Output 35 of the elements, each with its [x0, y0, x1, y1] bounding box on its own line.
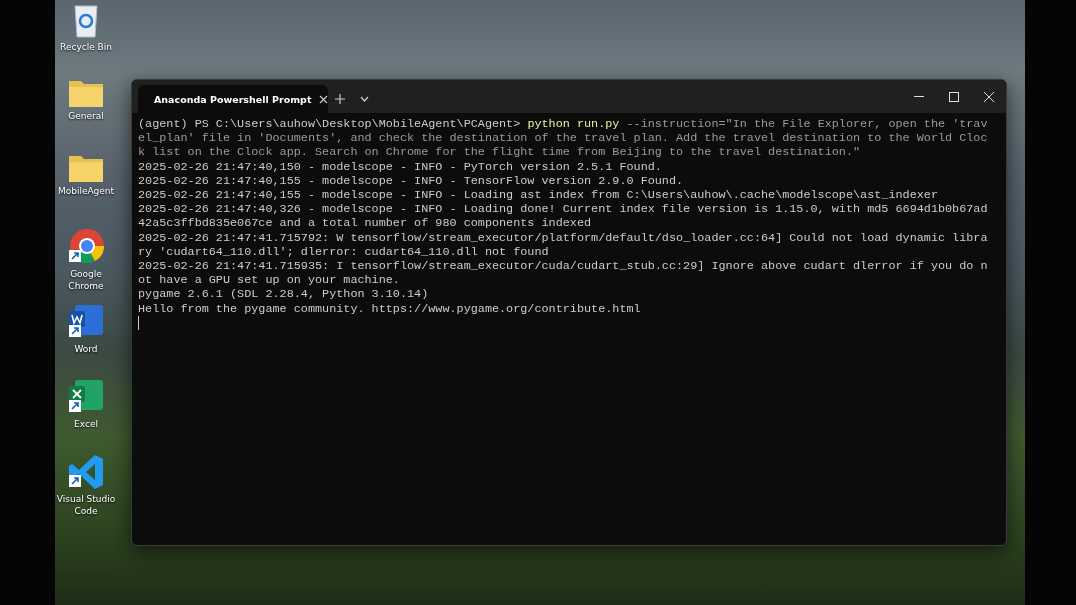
terminal-tab[interactable]: Anaconda Powershell Prompt [138, 85, 328, 113]
terminal-line: pygame 2.6.1 (SDL 2.28.4, Python 3.10.14) [138, 287, 430, 302]
chevron-down-icon [359, 96, 369, 102]
text-cursor [138, 315, 139, 330]
desktop-icon-label[interactable]: Excel [55, 418, 117, 430]
terminal-line: 2025-02-26 21:47:40,155 - modelscope - INFO - TensorFlow version 2.9.0 Found. [138, 173, 685, 188]
desktop-icon-label[interactable]: Word [55, 343, 117, 355]
plus-icon [335, 94, 345, 104]
minimize-icon [913, 95, 924, 98]
terminal-line: 2025-02-26 21:47:41.715792: W tensorflow/stream_executor/platform/default/dso_loader.cc:64] Could not load dynamic libra [138, 230, 989, 245]
desktop-icon-label[interactable]: General [55, 110, 117, 122]
terminal-line: ot have a GPU set up on your machine. [138, 273, 401, 288]
terminal-line: 2025-02-26 21:47:40,150 - modelscope - INFO - PyTorch version 2.5.1 Found. [138, 159, 663, 174]
folder-icon[interactable] [68, 78, 104, 108]
tab-title: Anaconda Powershell Prompt [154, 93, 312, 105]
folder-icon[interactable] [68, 153, 104, 183]
terminal-line: 2025-02-26 21:47:41.715935: I tensorflow/stream_executor/cuda/cudart_stub.cc:29] Ignore above cudart dlerror if you do n [138, 259, 989, 274]
terminal-line: 2025-02-26 21:47:40,326 - modelscope - INFO - Loading done! Current index file version is 1.15.0, with md5 6694d1b0b67ad [138, 202, 989, 217]
terminal-line: ry 'cudart64_110.dll'; dlerror: cudart64_110.dll not found [138, 244, 550, 260]
desktop-icon-label[interactable]: Google Chrome [55, 268, 117, 292]
chrome-icon[interactable] [67, 228, 105, 266]
terminal-line: el_plan' file in 'Documents', and check the destination of the travel plan. Add the travel destination to the World Cloc [138, 131, 989, 146]
close-icon [983, 91, 994, 102]
terminal-line: 2025-02-26 21:47:40,155 - modelscope - INFO - Loading ast index from C:\Users\auhow\.cache\modelscope\ast_indexer [138, 188, 939, 203]
close-icon [319, 94, 329, 104]
terminal-line: 42a5c3ffbd835e067ce and a total number of 980 components indexed [138, 216, 593, 231]
desktop-icon-label[interactable]: Recycle Bin [55, 41, 117, 53]
maximize-icon [948, 91, 959, 102]
code-editor-icon[interactable] [67, 453, 105, 491]
recycle-bin-icon[interactable] [71, 3, 101, 39]
desktop-icon-label[interactable]: MobileAgent [55, 185, 117, 197]
terminal-line: Hello from the pygame community. https://www.pygame.org/contribute.html [138, 301, 642, 316]
desktop-icon-label[interactable]: Visual Studio Code [55, 493, 117, 517]
terminal-line: (agent) PS C:\Users\auhow\Desktop\MobileAgent\PCAgent> python run.py --instruction="In the File Explorer, open the 'trav [138, 117, 989, 132]
terminal-line: k list on the Clock app. Search on Chrome for the flight time from Beijing to the travel destination." [138, 145, 862, 160]
